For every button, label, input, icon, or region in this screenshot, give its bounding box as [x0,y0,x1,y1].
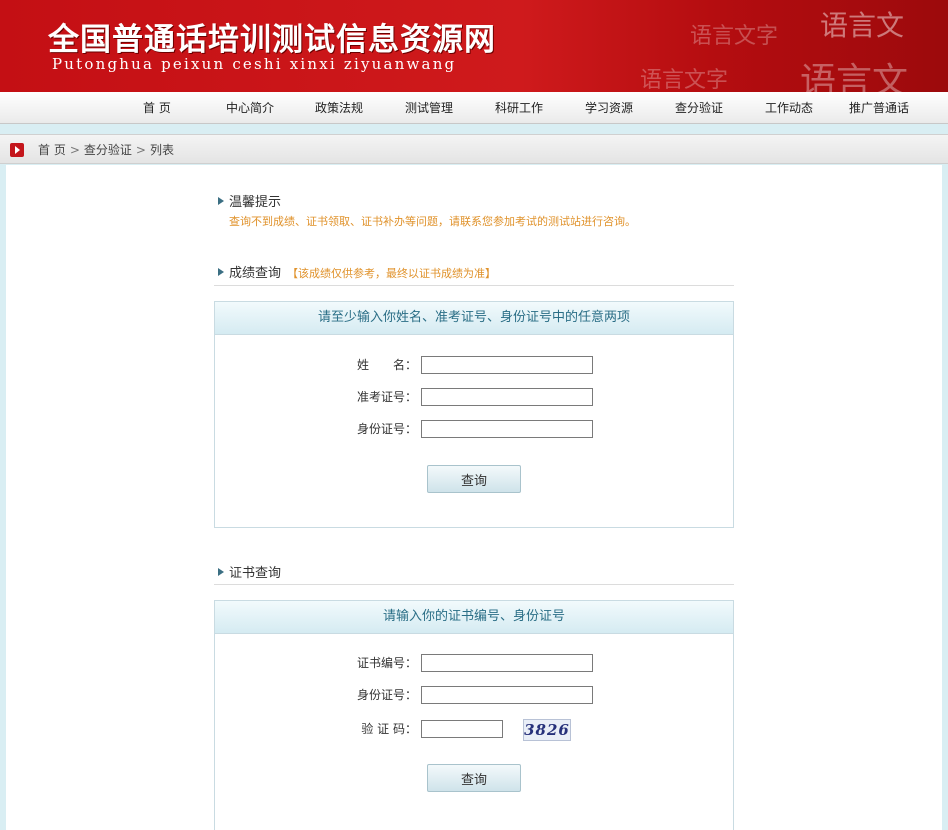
form-row-cert-id-number: 身份证号： [215,685,735,705]
form-row-name: 姓 名： [215,355,735,375]
id-number-input[interactable] [421,420,593,438]
cert-query-heading-text: 证书查询 [229,566,282,581]
nav-item-score-verify[interactable]: 查分验证 [675,92,723,124]
play-arrow-icon [10,143,24,157]
form-row-admission-number: 准考证号： [215,387,735,407]
triangle-right-icon [218,268,224,276]
captcha-label: 验 证 码： [361,722,417,736]
cert-number-label: 证书编号： [356,656,417,670]
nav-separator-strip [0,124,948,134]
banner-decoration-text: 语言文字 [640,68,729,92]
id-number-label: 身份证号： [356,422,417,436]
nav-item-research[interactable]: 科研工作 [495,92,543,124]
admission-number-input[interactable] [421,388,593,406]
site-title: 全国普通话培训测试信息资源网 [48,22,496,58]
tips-heading-text: 温馨提示 [229,195,282,210]
site-subtitle: Putonghua peixun ceshi xinxi ziyuanwang [52,55,457,73]
nav-item-learning-resources[interactable]: 学习资源 [585,92,633,124]
tips-heading: 温馨提示 [218,191,281,210]
cert-id-number-input[interactable] [421,686,593,704]
breadcrumb-trail: 首 页 > 查分验证 > 列表 [38,135,174,165]
cert-query-panel-title: 请输入你的证书编号、身份证号 [215,601,733,634]
breadcrumb-separator: > [135,143,146,157]
score-query-note: 【该成绩仅供参考，最终以证书成绩为准】 [287,267,497,280]
breadcrumb-current: 列表 [149,143,174,157]
banner-decoration-text: 语言文 [800,61,909,92]
breadcrumb-separator: > [69,143,80,157]
name-label: 姓 名： [356,358,417,372]
score-query-heading: 成绩查询 【该成绩仅供参考，最终以证书成绩为准】 [218,262,496,281]
breadcrumb-home-link[interactable]: 首 页 [38,143,66,157]
cert-query-heading: 证书查询 [218,562,281,581]
captcha-image[interactable]: 3826 [523,719,571,741]
nav-item-policy[interactable]: 政策法规 [315,92,363,124]
score-query-panel: 请至少输入你姓名、准考证号、身份证号中的任意两项 姓 名： 准考证号： 身份证号… [214,301,734,528]
triangle-right-icon [218,197,224,205]
name-input[interactable] [421,356,593,374]
score-query-heading-text: 成绩查询 [229,266,282,281]
main-nav: 首 页 中心简介 政策法规 测试管理 科研工作 学习资源 查分验证 工作动态 推… [0,92,948,124]
banner-decoration-text: 语言文字 [690,24,779,49]
nav-item-promote-putonghua[interactable]: 推广普通话 [849,92,909,124]
cert-number-input[interactable] [421,654,593,672]
score-query-panel-title: 请至少输入你姓名、准考证号、身份证号中的任意两项 [215,302,733,335]
form-row-cert-number: 证书编号： [215,653,735,673]
main-content: 温馨提示 查询不到成绩、证书领取、证书补办等问题，请联系您参加考试的测试站进行咨… [6,165,942,830]
cert-query-submit-button[interactable]: 查询 [427,764,521,792]
divider [214,584,734,585]
cert-id-number-label: 身份证号： [356,688,417,702]
form-row-id-number: 身份证号： [215,419,735,439]
admission-number-label: 准考证号： [356,390,417,404]
nav-item-news[interactable]: 工作动态 [765,92,813,124]
cert-query-panel: 请输入你的证书编号、身份证号 证书编号： 身份证号： 验 证 码： 3826 查… [214,600,734,830]
nav-item-test-management[interactable]: 测试管理 [405,92,453,124]
banner-decoration-text: 语言文 [820,9,905,42]
score-query-submit-button[interactable]: 查询 [427,465,521,493]
site-header-banner: 语言文字 语言文 语言文字 语言文 全国普通话培训测试信息资源网 Putongh… [0,0,948,92]
breadcrumb: 首 页 > 查分验证 > 列表 [0,134,948,164]
form-row-captcha: 验 证 码： 3826 [215,719,735,741]
triangle-right-icon [218,568,224,576]
divider [214,285,734,286]
nav-item-home[interactable]: 首 页 [143,92,171,124]
captcha-input[interactable] [421,720,503,738]
nav-item-about[interactable]: 中心简介 [226,92,274,124]
breadcrumb-score-verify-link[interactable]: 查分验证 [84,143,132,157]
tips-text: 查询不到成绩、证书领取、证书补办等问题，请联系您参加考试的测试站进行咨询。 [229,215,636,228]
